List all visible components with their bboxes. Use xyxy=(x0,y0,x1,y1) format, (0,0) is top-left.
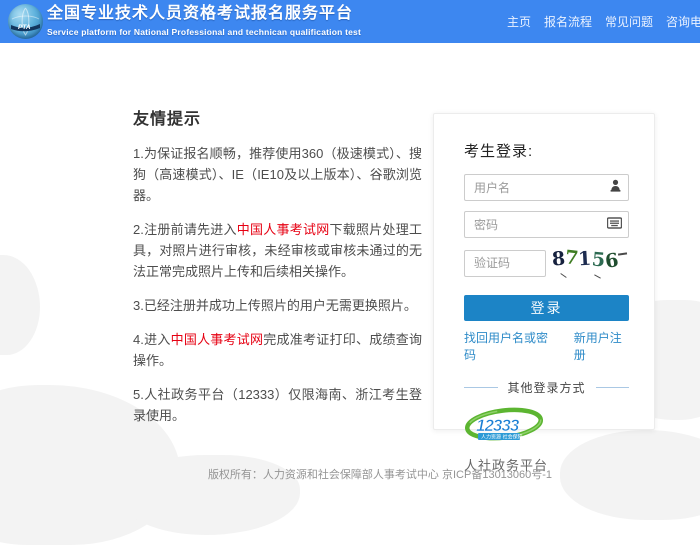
tip-text: 3.已经注册并成功上传照片的用户无需更换照片。 xyxy=(133,298,417,313)
user-icon xyxy=(609,179,622,197)
captcha-noise xyxy=(594,274,601,278)
pta-logo-text: PTA xyxy=(18,24,31,31)
password-input[interactable] xyxy=(465,212,628,237)
tip-text: 4.进入 xyxy=(133,332,171,347)
forgot-credentials-link[interactable]: 找回用户名或密码 xyxy=(464,329,552,363)
links-spacer xyxy=(552,329,573,363)
site-subtitle: Service platform for National Profession… xyxy=(47,27,361,37)
username-input[interactable] xyxy=(465,175,628,200)
cpta-site-link[interactable]: 中国人事考试网 xyxy=(237,222,330,237)
captcha-image[interactable]: 87156 xyxy=(552,248,629,278)
12333-number: 12333 xyxy=(476,416,520,435)
tip-item-5: 5.人社政务平台（12333）仅限海南、浙江考生登录使用。 xyxy=(133,384,422,426)
site-title: 全国专业技术人员资格考试报名服务平台 xyxy=(47,4,361,24)
username-field-wrap xyxy=(464,174,629,201)
candidate-login-panel: 考生登录: xyxy=(433,113,655,430)
worldmap-watermark xyxy=(0,255,40,355)
password-field-wrap xyxy=(464,211,629,238)
other-login-label: 其他登录方式 xyxy=(498,379,596,396)
friendly-tips-section: 友情提示 1.为保证报名顺畅，推荐使用360（极速模式）、搜狗（高速模式）、IE… xyxy=(133,105,422,439)
cpta-site-link[interactable]: 中国人事考试网 xyxy=(171,332,264,347)
login-button[interactable]: 登录 xyxy=(464,295,629,321)
tip-item-1: 1.为保证报名顺畅，推荐使用360（极速模式）、搜狗（高速模式）、IE（IE10… xyxy=(133,143,422,206)
nav-faq[interactable]: 常见问题 xyxy=(605,13,653,30)
login-title: 考生登录: xyxy=(464,140,629,161)
tip-item-3: 3.已经注册并成功上传照片的用户无需更换照片。 xyxy=(133,295,422,316)
nav-registration-process[interactable]: 报名流程 xyxy=(544,13,592,30)
captcha-field-wrap xyxy=(464,250,546,277)
nav-consultation-phone[interactable]: 咨询电话 xyxy=(666,13,700,30)
divider-line xyxy=(596,387,630,388)
captcha-input[interactable] xyxy=(465,251,545,276)
tips-title: 友情提示 xyxy=(133,105,422,129)
other-login-divider: 其他登录方式 xyxy=(464,379,629,396)
tip-item-2: 2.注册前请先进入中国人事考试网下载照片处理工具，对照片进行审核，未经审核或审核… xyxy=(133,219,422,282)
tip-item-4: 4.进入中国人事考试网完成准考证打印、成绩查询操作。 xyxy=(133,329,422,371)
new-user-register-link[interactable]: 新用户注册 xyxy=(574,329,629,363)
pta-globe-logo-icon: PTA xyxy=(8,4,43,39)
copyright-footer: 版权所有：人力资源和社会保障部人事考试中心 京ICP备13013060号-1 xyxy=(30,466,700,482)
12333-banner-text: 人力资源 社会保障 xyxy=(481,433,523,440)
top-header: PTA 全国专业技术人员资格考试报名服务平台 Service platform … xyxy=(0,0,700,43)
divider-line xyxy=(464,387,498,388)
12333-platform-logo[interactable]: 12333 人力资源 社会保障 xyxy=(464,406,544,451)
captcha-noise xyxy=(618,252,627,255)
tip-text: 2.注册前请先进入 xyxy=(133,222,237,237)
tip-text: 5.人社政务平台（12333）仅限海南、浙江考生登录使用。 xyxy=(133,387,422,423)
keyboard-icon xyxy=(607,216,622,234)
captcha-noise xyxy=(560,273,566,278)
nav-home[interactable]: 主页 xyxy=(507,13,531,30)
tip-text: 1.为保证报名顺畅，推荐使用360（极速模式）、搜狗（高速模式）、IE（IE10… xyxy=(133,146,422,203)
header-nav: 主页 报名流程 常见问题 咨询电话 xyxy=(507,0,700,43)
captcha-digit: 1 xyxy=(578,248,592,271)
